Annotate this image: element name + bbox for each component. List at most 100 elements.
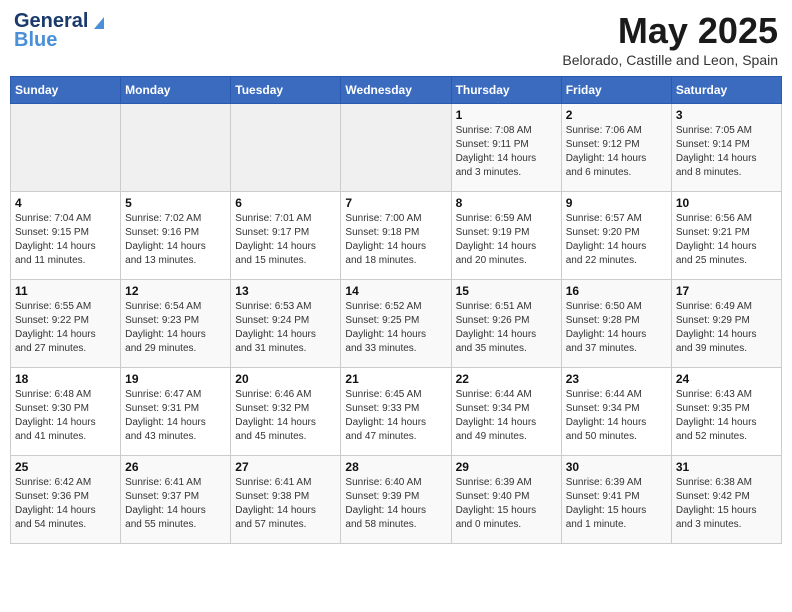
day-info: Sunrise: 6:53 AM Sunset: 9:24 PM Dayligh… xyxy=(235,300,336,356)
day-number: 17 xyxy=(676,284,777,298)
calendar-cell: 15Sunrise: 6:51 AM Sunset: 9:26 PM Dayli… xyxy=(451,280,561,368)
calendar-cell xyxy=(11,104,121,192)
day-info: Sunrise: 6:41 AM Sunset: 9:38 PM Dayligh… xyxy=(235,476,336,532)
day-info: Sunrise: 6:46 AM Sunset: 9:32 PM Dayligh… xyxy=(235,388,336,444)
calendar-header-row: SundayMondayTuesdayWednesdayThursdayFrid… xyxy=(11,77,782,104)
day-info: Sunrise: 7:08 AM Sunset: 9:11 PM Dayligh… xyxy=(456,124,557,180)
calendar-day-header: Sunday xyxy=(11,77,121,104)
day-number: 21 xyxy=(345,372,446,386)
day-number: 4 xyxy=(15,196,116,210)
calendar-cell: 10 Sunrise: 6:56 AM Sunset: 9:21 PM Dayli… xyxy=(671,192,781,280)
day-number: 10 xyxy=(676,196,777,210)
calendar-day-header: Monday xyxy=(121,77,231,104)
day-info: Sunrise: 6:55 AM Sunset: 9:22 PM Dayligh… xyxy=(15,300,116,356)
calendar-day-header: Wednesday xyxy=(341,77,451,104)
day-number: 19 xyxy=(125,372,226,386)
logo-text-blue: Blue xyxy=(14,29,57,52)
calendar-cell: 24 Sunrise: 6:43 AM Sunset: 9:35 PM Dayli… xyxy=(671,368,781,456)
day-info: Sunrise: 6:39 AM Sunset: 9:41 PM Dayligh… xyxy=(566,476,667,532)
calendar-cell: 2 Sunrise: 7:06 AM Sunset: 9:12 PM Daylig… xyxy=(561,104,671,192)
calendar-cell: 16Sunrise: 6:50 AM Sunset: 9:28 PM Dayli… xyxy=(561,280,671,368)
day-info: Sunrise: 6:44 AM Sunset: 9:34 PM Dayligh… xyxy=(456,388,557,444)
calendar-cell: 18 Sunrise: 6:48 AM Sunset: 9:30 PM Dayli… xyxy=(11,368,121,456)
day-number: 24 xyxy=(676,372,777,386)
day-number: 23 xyxy=(566,372,667,386)
day-info: Sunrise: 6:56 AM Sunset: 9:21 PM Dayligh… xyxy=(676,212,777,268)
day-number: 14 xyxy=(345,284,446,298)
day-info: Sunrise: 7:02 AM Sunset: 9:16 PM Dayligh… xyxy=(125,212,226,268)
logo: General Blue xyxy=(14,10,108,52)
calendar-cell: 27 Sunrise: 6:41 AM Sunset: 9:38 PM Dayli… xyxy=(231,456,341,544)
calendar-cell: 28Sunrise: 6:40 AM Sunset: 9:39 PM Dayli… xyxy=(341,456,451,544)
day-number: 9 xyxy=(566,196,667,210)
day-info: Sunrise: 6:52 AM Sunset: 9:25 PM Dayligh… xyxy=(345,300,446,356)
calendar-cell: 26 Sunrise: 6:41 AM Sunset: 9:37 PM Dayli… xyxy=(121,456,231,544)
calendar-cell: 7 Sunrise: 7:00 AM Sunset: 9:18 PM Daylig… xyxy=(341,192,451,280)
day-number: 11 xyxy=(15,284,116,298)
day-number: 8 xyxy=(456,196,557,210)
day-info: Sunrise: 7:06 AM Sunset: 9:12 PM Dayligh… xyxy=(566,124,667,180)
calendar-cell: 30 Sunrise: 6:39 AM Sunset: 9:41 PM Dayli… xyxy=(561,456,671,544)
day-info: Sunrise: 6:43 AM Sunset: 9:35 PM Dayligh… xyxy=(676,388,777,444)
calendar-cell: 19Sunrise: 6:47 AM Sunset: 9:31 PM Dayli… xyxy=(121,368,231,456)
calendar-cell: 4 Sunrise: 7:04 AM Sunset: 9:15 PM Daylig… xyxy=(11,192,121,280)
calendar-cell: 6 Sunrise: 7:01 AM Sunset: 9:17 PM Daylig… xyxy=(231,192,341,280)
day-number: 27 xyxy=(235,460,336,474)
day-number: 30 xyxy=(566,460,667,474)
calendar-week-row: 1 Sunrise: 7:08 AM Sunset: 9:11 PM Daylig… xyxy=(11,104,782,192)
day-number: 22 xyxy=(456,372,557,386)
calendar-cell xyxy=(121,104,231,192)
calendar-cell xyxy=(341,104,451,192)
day-info: Sunrise: 6:57 AM Sunset: 9:20 PM Dayligh… xyxy=(566,212,667,268)
calendar-cell: 25 Sunrise: 6:42 AM Sunset: 9:36 PM Dayli… xyxy=(11,456,121,544)
calendar-week-row: 11 Sunrise: 6:55 AM Sunset: 9:22 PM Dayli… xyxy=(11,280,782,368)
calendar-cell: 13Sunrise: 6:53 AM Sunset: 9:24 PM Dayli… xyxy=(231,280,341,368)
day-number: 18 xyxy=(15,372,116,386)
calendar-day-header: Friday xyxy=(561,77,671,104)
day-info: Sunrise: 6:42 AM Sunset: 9:36 PM Dayligh… xyxy=(15,476,116,532)
day-number: 31 xyxy=(676,460,777,474)
day-number: 6 xyxy=(235,196,336,210)
calendar-cell xyxy=(231,104,341,192)
day-info: Sunrise: 6:49 AM Sunset: 9:29 PM Dayligh… xyxy=(676,300,777,356)
day-info: Sunrise: 7:05 AM Sunset: 9:14 PM Dayligh… xyxy=(676,124,777,180)
calendar-cell: 8Sunrise: 6:59 AM Sunset: 9:19 PM Daylig… xyxy=(451,192,561,280)
day-info: Sunrise: 6:48 AM Sunset: 9:30 PM Dayligh… xyxy=(15,388,116,444)
day-number: 26 xyxy=(125,460,226,474)
day-number: 7 xyxy=(345,196,446,210)
day-info: Sunrise: 6:39 AM Sunset: 9:40 PM Dayligh… xyxy=(456,476,557,532)
page-header: General Blue May 2025 Belorado, Castille… xyxy=(10,10,782,68)
day-info: Sunrise: 6:50 AM Sunset: 9:28 PM Dayligh… xyxy=(566,300,667,356)
day-number: 29 xyxy=(456,460,557,474)
day-number: 1 xyxy=(456,108,557,122)
calendar-cell: 14 Sunrise: 6:52 AM Sunset: 9:25 PM Dayli… xyxy=(341,280,451,368)
day-info: Sunrise: 6:40 AM Sunset: 9:39 PM Dayligh… xyxy=(345,476,446,532)
calendar-table: SundayMondayTuesdayWednesdayThursdayFrid… xyxy=(10,76,782,544)
calendar-cell: 22 Sunrise: 6:44 AM Sunset: 9:34 PM Dayli… xyxy=(451,368,561,456)
calendar-cell: 3 Sunrise: 7:05 AM Sunset: 9:14 PM Daylig… xyxy=(671,104,781,192)
day-info: Sunrise: 7:04 AM Sunset: 9:15 PM Dayligh… xyxy=(15,212,116,268)
location-title: Belorado, Castille and Leon, Spain xyxy=(562,52,778,68)
calendar-cell: 17 Sunrise: 6:49 AM Sunset: 9:29 PM Dayli… xyxy=(671,280,781,368)
calendar-cell: 1 Sunrise: 7:08 AM Sunset: 9:11 PM Daylig… xyxy=(451,104,561,192)
day-info: Sunrise: 7:00 AM Sunset: 9:18 PM Dayligh… xyxy=(345,212,446,268)
day-number: 3 xyxy=(676,108,777,122)
day-number: 12 xyxy=(125,284,226,298)
day-info: Sunrise: 6:38 AM Sunset: 9:42 PM Dayligh… xyxy=(676,476,777,532)
calendar-week-row: 4 Sunrise: 7:04 AM Sunset: 9:15 PM Daylig… xyxy=(11,192,782,280)
calendar-day-header: Thursday xyxy=(451,77,561,104)
day-number: 25 xyxy=(15,460,116,474)
month-title: May 2025 xyxy=(562,10,778,52)
calendar-cell: 21Sunrise: 6:45 AM Sunset: 9:33 PM Dayli… xyxy=(341,368,451,456)
calendar-day-header: Tuesday xyxy=(231,77,341,104)
day-info: Sunrise: 6:51 AM Sunset: 9:26 PM Dayligh… xyxy=(456,300,557,356)
day-info: Sunrise: 6:41 AM Sunset: 9:37 PM Dayligh… xyxy=(125,476,226,532)
calendar-cell: 5Sunrise: 7:02 AM Sunset: 9:16 PM Daylig… xyxy=(121,192,231,280)
day-info: Sunrise: 7:01 AM Sunset: 9:17 PM Dayligh… xyxy=(235,212,336,268)
day-info: Sunrise: 6:44 AM Sunset: 9:34 PM Dayligh… xyxy=(566,388,667,444)
day-number: 2 xyxy=(566,108,667,122)
calendar-cell: 31 Sunrise: 6:38 AM Sunset: 9:42 PM Dayli… xyxy=(671,456,781,544)
calendar-cell: 9 Sunrise: 6:57 AM Sunset: 9:20 PM Daylig… xyxy=(561,192,671,280)
calendar-cell: 23 Sunrise: 6:44 AM Sunset: 9:34 PM Dayli… xyxy=(561,368,671,456)
calendar-day-header: Saturday xyxy=(671,77,781,104)
